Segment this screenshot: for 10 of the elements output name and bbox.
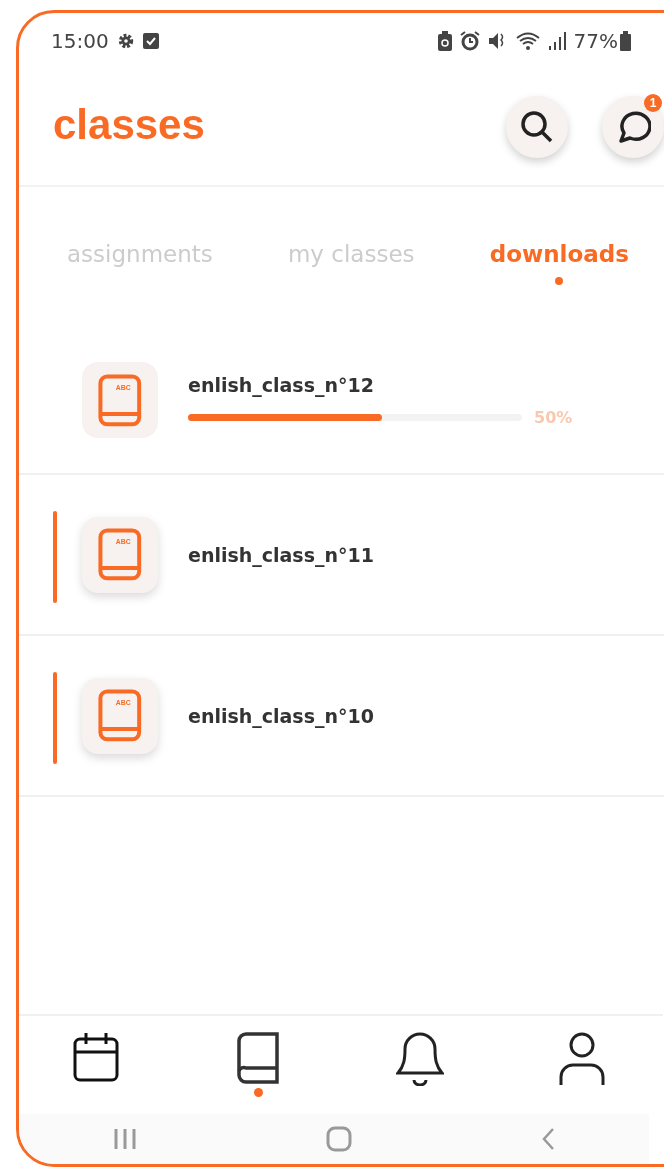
battery-percent: 77% [573,29,618,53]
class-name: enlish_class_n°10 [188,704,374,727]
page-title: classes [53,101,206,149]
chat-button[interactable]: 1 [602,96,664,158]
progress-percent: 50% [534,407,573,427]
notification-badge: 1 [644,94,662,112]
tab[interactable]: downloads [489,241,629,285]
status-time: 15:00 [51,29,109,53]
class-name: enlish_class_n°11 [188,543,374,566]
class-name: enlish_class_n°12 [188,373,375,396]
